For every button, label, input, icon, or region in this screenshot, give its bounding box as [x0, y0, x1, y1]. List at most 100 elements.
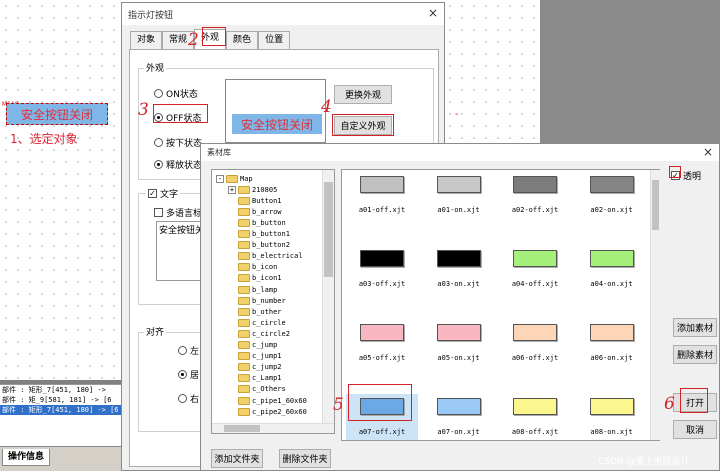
material-item[interactable]: a05-off.xjt [346, 320, 418, 392]
delete-folder-button[interactable]: 删除文件夹 [279, 449, 331, 468]
tab-color[interactable]: 颜色 [226, 31, 259, 49]
radio-label: ON状态 [166, 90, 198, 100]
tree-folder-item[interactable]: c_circle [228, 317, 286, 328]
tree-folder-label: b_lamp [252, 285, 278, 294]
material-filename: a05-off.xjt [358, 354, 406, 362]
material-item[interactable]: a03-off.xjt [346, 246, 418, 318]
material-thumbnail [360, 176, 404, 193]
radio-released-state[interactable]: 释放状态 [154, 158, 202, 171]
log-tabbar: 操作信息 [0, 446, 124, 471]
tree-folder-item[interactable]: b_other [228, 306, 282, 317]
tab-operation-info[interactable]: 操作信息 [2, 449, 51, 466]
radio-pressed-state[interactable]: 按下状态 [154, 136, 202, 149]
material-thumbnail [360, 324, 404, 341]
material-item[interactable]: a01-off.xjt [346, 172, 418, 244]
text-checkbox[interactable]: ✓ 文字 [146, 187, 181, 200]
folder-icon [238, 241, 250, 250]
tree-folder-label: Map [240, 174, 253, 183]
tree-folder-item[interactable]: b_icon1 [228, 273, 282, 284]
tree-horizontal-scrollbar[interactable] [212, 423, 334, 433]
folder-icon [238, 252, 250, 261]
tree-folder-item[interactable]: b_button1 [228, 229, 290, 240]
tree-folder-item[interactable]: - Map [216, 173, 253, 184]
tab-object[interactable]: 对象 [130, 31, 163, 49]
annotation-5: 5 [333, 395, 344, 415]
folder-tree[interactable]: - Map +210805 Button1 b_arrow b_button b_butto… [211, 169, 335, 434]
checkbox-label: 透明 [683, 172, 702, 182]
material-item[interactable]: a04-on.xjt [576, 246, 648, 318]
expander-icon[interactable]: - [216, 174, 224, 183]
material-thumbnail [589, 398, 634, 415]
tree-folder-item[interactable]: c_Lamp1 [228, 373, 282, 384]
material-item[interactable]: a06-on.xjt [576, 320, 648, 392]
material-item[interactable]: a01-on.xjt [423, 172, 495, 244]
tree-folder-item[interactable]: b_icon [228, 262, 277, 273]
material-item[interactable]: a07-on.xjt [423, 394, 495, 440]
material-item[interactable]: a05-on.xjt [423, 320, 495, 392]
tree-folder-item[interactable]: c_jump [228, 340, 277, 351]
tree-vertical-scrollbar[interactable] [322, 170, 334, 423]
tree-folder-item[interactable]: b_button [228, 217, 286, 228]
material-item[interactable]: a08-off.xjt [499, 394, 571, 440]
material-thumbnail [360, 250, 404, 267]
material-thumbnail [436, 324, 481, 341]
tab-position[interactable]: 位置 [258, 31, 291, 49]
add-folder-button[interactable]: 添加文件夹 [211, 449, 263, 468]
material-thumbnail [513, 324, 557, 341]
material-item[interactable]: a03-on.xjt [423, 246, 495, 318]
tree-folder-item[interactable]: b_lamp [228, 284, 277, 295]
tree-folder-item[interactable]: c_pipe1_60x60 [228, 395, 307, 406]
tree-folder-item[interactable]: b_arrow [228, 206, 282, 217]
tree-folder-label: b_arrow [252, 207, 282, 216]
tree-folder-label: c_Lamp1 [252, 374, 282, 383]
folder-icon [238, 263, 250, 272]
highlight-selected-material [348, 384, 412, 421]
tree-folder-item[interactable]: b_electrical [228, 251, 303, 262]
material-item[interactable]: a02-on.xjt [576, 172, 648, 244]
tree-folder-item[interactable]: Button1 [228, 195, 282, 206]
folder-icon [238, 274, 250, 283]
tree-folder-label: b_button1 [252, 230, 290, 238]
tree-folder-item[interactable]: c_circle2 [228, 328, 290, 339]
canvas-button-object[interactable]: 安全按钮关闭 [6, 103, 108, 125]
material-item[interactable]: a02-off.xjt [499, 172, 571, 244]
radio-align-left[interactable]: 左 [178, 344, 199, 357]
tree-folder-item[interactable]: c_jump1 [228, 351, 282, 362]
tree-folder-item[interactable]: c_jump2 [228, 362, 282, 373]
tree-folder-item[interactable]: b_number [228, 295, 286, 306]
stray-mark: - [455, 109, 459, 120]
radio-align-center[interactable]: 居 [178, 368, 199, 381]
material-item[interactable]: a06-off.xjt [499, 320, 571, 392]
tree-folder-label: 210805 [252, 185, 278, 194]
scroll-thumb[interactable] [652, 180, 659, 230]
tree-folder-item[interactable]: c_Others [228, 384, 286, 395]
material-library-dialog: 素材库 × - Map +210805 Button1 b_arrow b_button b… [200, 143, 720, 471]
scroll-thumb[interactable] [324, 182, 333, 277]
radio-dot [154, 89, 163, 98]
material-thumbnail [436, 398, 481, 415]
radio-align-right[interactable]: 右 [178, 392, 199, 405]
material-item[interactable]: a04-off.xjt [499, 246, 571, 318]
delete-material-button[interactable]: 删除素材 [673, 345, 717, 364]
material-item[interactable]: a08-on.xjt [576, 394, 648, 440]
radio-on-state[interactable]: ON状态 [154, 87, 198, 100]
multilang-checkbox[interactable]: 多语言标 [154, 206, 202, 219]
radio-dot [178, 346, 187, 355]
scroll-thumb[interactable] [224, 425, 260, 432]
folder-icon [238, 352, 250, 361]
close-icon[interactable]: × [703, 145, 713, 159]
add-material-button[interactable]: 添加素材 [673, 318, 717, 337]
tree-folder-item[interactable]: +210805 [228, 184, 277, 195]
tree-folder-item[interactable]: b_button2 [228, 240, 290, 251]
material-filename: a04-off.xjt [511, 280, 559, 288]
change-appearance-button[interactable]: 更换外观 [334, 85, 392, 104]
material-filename: a08-off.xjt [511, 428, 559, 436]
close-icon[interactable]: × [428, 6, 438, 20]
watermark: CSDN @爱上电路设计 [598, 457, 690, 467]
radio-label: 右 [190, 395, 200, 405]
grid-vertical-scrollbar[interactable] [650, 170, 660, 440]
expander-icon[interactable]: + [228, 185, 236, 194]
cancel-button[interactable]: 取消 [673, 420, 717, 439]
folder-icon [238, 307, 250, 316]
tree-folder-item[interactable]: c_pipe2_60x60 [228, 406, 307, 417]
